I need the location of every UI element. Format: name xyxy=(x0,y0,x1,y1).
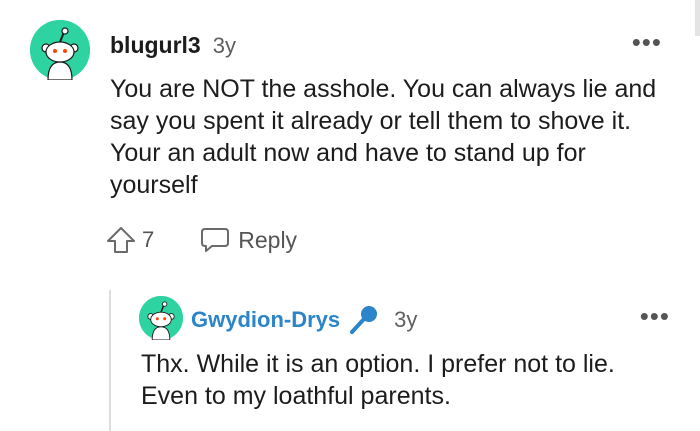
speech-bubble-icon xyxy=(201,228,230,252)
scrollbar[interactable] xyxy=(695,0,700,36)
reply-label: Reply xyxy=(238,226,298,253)
reply-age: 3y xyxy=(394,307,418,332)
comment-body: You are NOT the asshole. You can always … xyxy=(110,75,657,199)
more-options-icon[interactable]: ••• xyxy=(632,29,662,55)
vote-count: 7 xyxy=(142,227,155,252)
upvote-arrow-icon xyxy=(107,227,135,253)
thread-line[interactable] xyxy=(109,290,111,431)
microphone-icon xyxy=(348,304,380,336)
snoo-avatar-icon xyxy=(30,20,90,80)
avatar[interactable] xyxy=(30,20,90,80)
reply-avatar[interactable] xyxy=(139,296,183,340)
upvote-button[interactable]: 7 xyxy=(106,226,154,254)
more-options-icon[interactable]: ••• xyxy=(640,303,670,329)
comment-actions: 7 Reply xyxy=(106,226,297,254)
username[interactable]: blugurl3 xyxy=(110,32,201,59)
snoo-avatar-icon xyxy=(139,296,183,340)
reply-header: Gwydion-Drys 3y xyxy=(191,304,417,336)
reply-comment: Gwydion-Drys 3y ••• Thx. While it is an … xyxy=(139,296,670,426)
reply-button[interactable]: Reply xyxy=(200,226,297,254)
reply-username[interactable]: Gwydion-Drys xyxy=(191,307,340,333)
comment-header: blugurl3 3y xyxy=(110,32,236,59)
comment-age: 3y xyxy=(212,33,236,58)
reply-body: Thx. While it is an option. I prefer not… xyxy=(141,350,615,410)
